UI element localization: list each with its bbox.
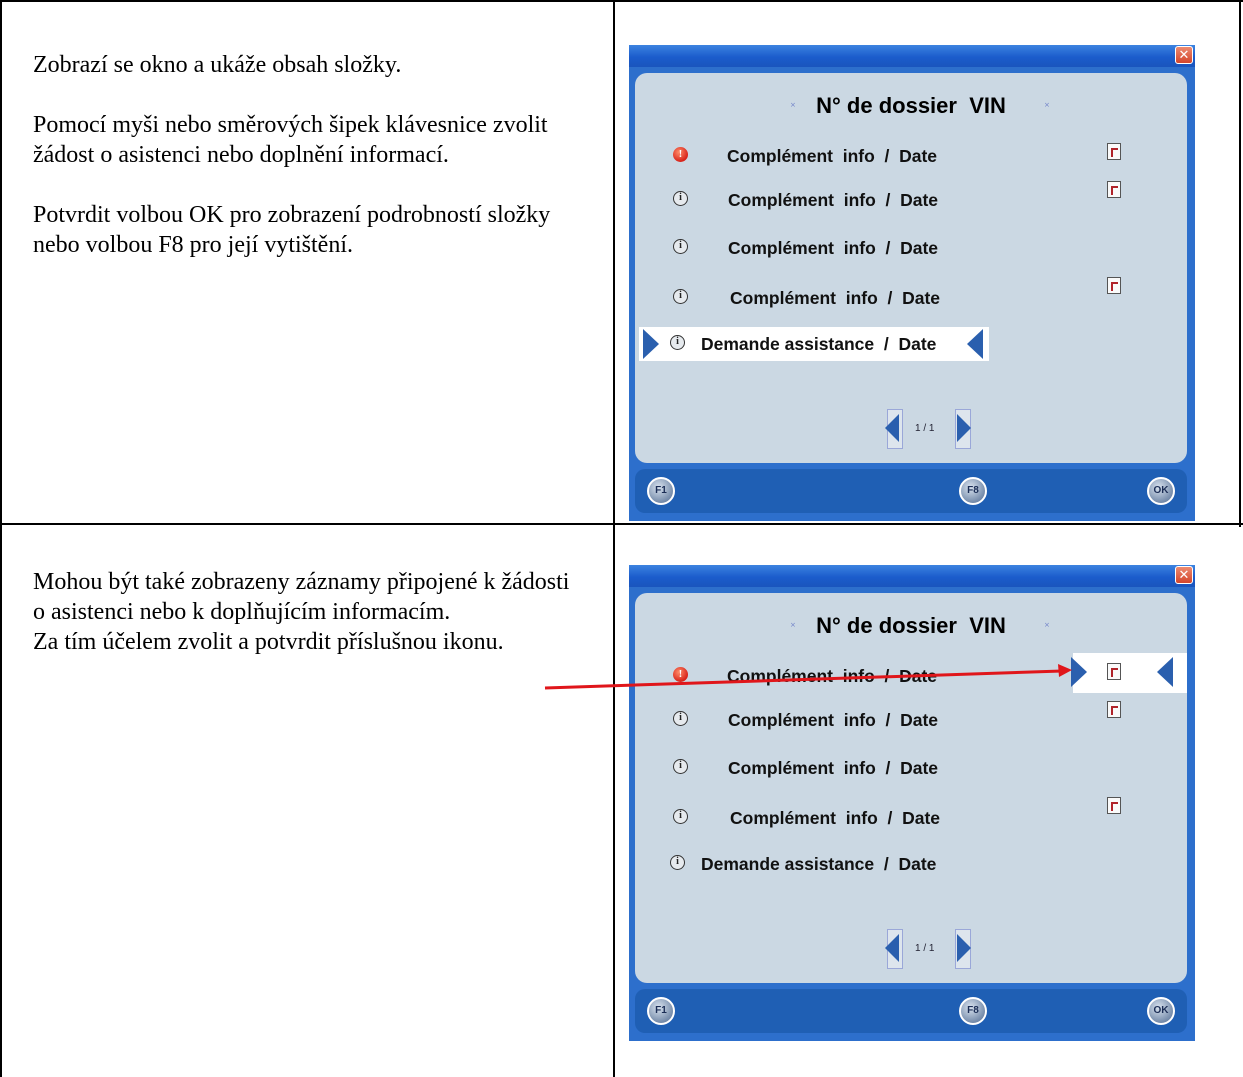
attachment-icon[interactable] [1107, 181, 1121, 198]
item-label: Demande assistance / Date [701, 334, 937, 354]
list-item[interactable]: i Complément info / Date [665, 753, 1165, 783]
paragraph: Potvrdit volbou OK pro zobrazení podrobn… [33, 202, 551, 258]
close-icon[interactable]: ✕ [1175, 566, 1193, 584]
info-icon: i [673, 759, 688, 774]
item-label: Complément info / Date [727, 146, 938, 166]
table-border-top [0, 0, 1243, 2]
info-icon: i [673, 239, 688, 254]
item-label: Complément info / Date [728, 190, 939, 210]
table-border-right [1239, 0, 1241, 527]
content-panel: N° de dossier VIN × × ! Complément info … [635, 73, 1187, 463]
selection-arrow-right-icon [643, 329, 659, 359]
item-label: Complément info / Date [730, 288, 941, 308]
attachment-icon[interactable] [1107, 277, 1121, 294]
page-prev-icon[interactable] [885, 414, 899, 442]
attachment-icon[interactable] [1107, 797, 1121, 814]
instruction-text-1: Zobrazí se okno a ukáže obsah složky. Po… [33, 50, 583, 260]
dossier-title: N° de dossier VIN [816, 613, 1006, 638]
info-icon: i [670, 335, 685, 350]
print-button[interactable]: F8 [959, 477, 987, 505]
back-button[interactable]: F1 [647, 997, 675, 1025]
bottom-toolbar: F1 F8 OK [635, 989, 1187, 1033]
page-prev-icon[interactable] [885, 934, 899, 962]
dossier-title: N° de dossier VIN [816, 93, 1006, 118]
window-titlebar: ✕ [629, 565, 1195, 587]
list-item[interactable]: i Complément info / Date [665, 797, 1165, 833]
window-frame: N° de dossier VIN × × ! Complément info … [629, 587, 1195, 1041]
paragraph: Pomocí myši nebo směrových šipek klávesn… [33, 112, 548, 168]
item-label: Complément info / Date [728, 710, 939, 730]
list-item[interactable]: ! Complément info / Date [665, 141, 1165, 171]
info-icon: i [673, 711, 688, 726]
list-item[interactable]: ! Complément info / Date [665, 661, 1165, 691]
ok-button[interactable]: OK [1147, 997, 1175, 1025]
bottom-toolbar: F1 F8 OK [635, 469, 1187, 513]
list-item[interactable]: i Complément info / Date [665, 701, 1165, 735]
back-button[interactable]: F1 [647, 477, 675, 505]
ok-button[interactable]: OK [1147, 477, 1175, 505]
dossier-window-1: ✕ N° de dossier VIN × × ! Complément inf… [629, 45, 1195, 521]
info-icon: i [673, 191, 688, 206]
attachment-icon[interactable] [1107, 663, 1121, 680]
item-label: Complément info / Date [727, 666, 938, 686]
attachment-icon[interactable] [1107, 143, 1121, 160]
table-border-middle [613, 0, 615, 1077]
item-label: Complément info / Date [728, 238, 939, 258]
dossier-window-2: ✕ N° de dossier VIN × × ! Complément inf… [629, 565, 1195, 1041]
anchor-mark-icon: × [1044, 621, 1050, 629]
page-next-icon[interactable] [957, 414, 971, 442]
warning-icon: ! [673, 147, 688, 162]
info-icon: i [673, 809, 688, 824]
print-button[interactable]: F8 [959, 997, 987, 1025]
window-titlebar: ✕ [629, 45, 1195, 67]
list-item[interactable]: i Complément info / Date [665, 181, 1165, 215]
paragraph: Mohou být také zobrazeny záznamy připoje… [33, 569, 570, 625]
warning-icon: ! [673, 667, 688, 682]
info-icon: i [670, 855, 685, 870]
list-item[interactable]: i Demande assistance / Date [665, 849, 995, 879]
page-indicator: 1 / 1 [915, 943, 935, 954]
item-label: Complément info / Date [730, 808, 941, 828]
item-label: Demande assistance / Date [701, 854, 937, 874]
list-item[interactable]: i Complément info / Date [665, 277, 1165, 313]
page-next-icon[interactable] [957, 934, 971, 962]
anchor-mark-icon: × [790, 101, 796, 109]
table-row-divider [0, 523, 1243, 525]
selection-arrow-left-icon [967, 329, 983, 359]
anchor-mark-icon: × [1044, 101, 1050, 109]
window-frame: N° de dossier VIN × × ! Complément info … [629, 67, 1195, 521]
close-icon[interactable]: ✕ [1175, 46, 1193, 64]
paragraph: Zobrazí se okno a ukáže obsah složky. [33, 52, 402, 78]
instruction-text-2: Mohou být také zobrazeny záznamy připoje… [33, 567, 578, 657]
list-item[interactable]: i Complément info / Date [665, 233, 1165, 263]
content-panel: N° de dossier VIN × × ! Complément info … [635, 593, 1187, 983]
item-label: Complément info / Date [728, 758, 939, 778]
attachment-icon[interactable] [1107, 701, 1121, 718]
anchor-mark-icon: × [790, 621, 796, 629]
table-border-left [0, 0, 2, 1077]
page-indicator: 1 / 1 [915, 423, 935, 434]
paragraph: Za tím účelem zvolit a potvrdit příslušn… [33, 629, 504, 655]
info-icon: i [673, 289, 688, 304]
list-item-selected[interactable]: i Demande assistance / Date [665, 329, 995, 359]
